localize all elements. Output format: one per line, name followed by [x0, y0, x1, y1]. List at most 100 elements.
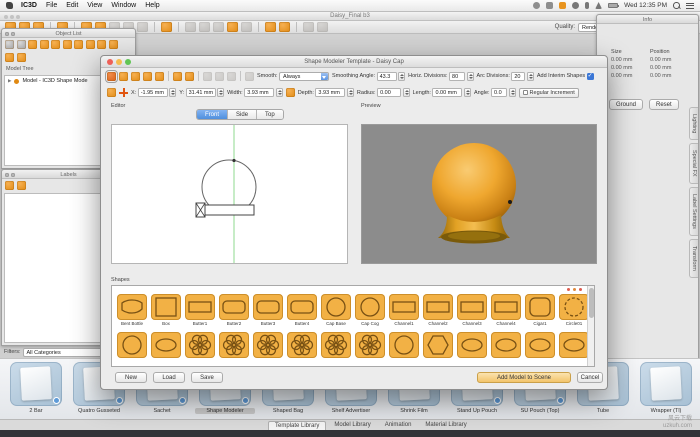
shape-tile-butter4[interactable]: Butter4 — [287, 294, 317, 326]
menu-window[interactable]: Window — [111, 2, 136, 9]
menu-ic3d[interactable]: IC3D — [21, 2, 37, 9]
profile-editor-canvas[interactable] — [111, 124, 348, 264]
ground-button[interactable]: Ground — [609, 99, 643, 110]
menu-help[interactable]: Help — [145, 2, 159, 9]
menu-edit[interactable]: Edit — [66, 2, 78, 9]
smooth-dropdown[interactable]: Always — [279, 72, 329, 81]
view-tab-front[interactable]: Front — [197, 110, 228, 119]
curve-chart-icon[interactable] — [155, 72, 164, 81]
field-input-x[interactable]: -1.95 mm — [138, 88, 168, 97]
shape-tile[interactable] — [287, 332, 317, 358]
light-icon[interactable] — [74, 40, 83, 49]
wifi-icon[interactable] — [595, 2, 602, 9]
field-input-arc-divisions[interactable]: 20 — [511, 72, 525, 81]
label-add-icon[interactable] — [5, 181, 14, 190]
status-grid-icon[interactable] — [546, 2, 553, 9]
shape-tile[interactable] — [321, 332, 351, 358]
align-icon[interactable] — [213, 22, 224, 32]
folder-open-icon[interactable] — [17, 53, 26, 62]
side-tab-label-settings[interactable]: Label Settings — [689, 187, 698, 236]
shape-tile[interactable] — [423, 332, 453, 358]
field-input-y[interactable]: 31.41 mm — [186, 88, 216, 97]
shape-tile[interactable] — [389, 332, 419, 358]
cube-icon[interactable] — [28, 40, 37, 49]
status-app-icon[interactable] — [533, 2, 540, 9]
shape-tile-butter3[interactable]: Butter3 — [253, 294, 283, 326]
shape-tile[interactable] — [117, 332, 147, 358]
scale-icon[interactable] — [137, 22, 148, 32]
add-cube-icon[interactable] — [265, 22, 276, 32]
shape-tile[interactable] — [559, 332, 589, 358]
field-input-smoothing-angle[interactable]: 43.3 — [377, 72, 397, 81]
flip-icon[interactable] — [199, 22, 210, 32]
shape-tile-channel2[interactable]: Channel2 — [423, 294, 453, 326]
info-panel-titlebar[interactable]: Info — [597, 15, 698, 24]
load-button[interactable]: Load — [153, 372, 185, 383]
lock-icon[interactable] — [109, 40, 118, 49]
regular-increment-checkbox[interactable] — [523, 90, 528, 95]
shape-tile-channel3[interactable]: Channel3 — [457, 294, 487, 326]
arc-icon[interactable] — [215, 72, 224, 81]
stepper[interactable] — [169, 88, 176, 97]
stepper[interactable] — [509, 88, 516, 97]
field-input-length[interactable]: 0.00 mm — [432, 88, 462, 97]
cube-icon[interactable] — [279, 22, 290, 32]
notification-center-icon[interactable] — [686, 3, 694, 9]
point-icon[interactable] — [143, 72, 152, 81]
add-point-icon[interactable] — [119, 88, 128, 97]
shape-tile-circle01[interactable]: Circle01 — [559, 294, 589, 326]
add-model-to-scene-button[interactable]: Add Model to Scene — [477, 372, 571, 383]
folder-icon[interactable] — [5, 53, 14, 62]
field-input-radius[interactable]: 0.00 — [377, 88, 401, 97]
zoom-plus-icon[interactable] — [131, 72, 140, 81]
shape-layers-icon[interactable] — [107, 88, 116, 97]
cancel-button[interactable]: Cancel — [577, 372, 603, 383]
snap-icon[interactable] — [245, 72, 254, 81]
tab-model-library[interactable]: Model Library — [328, 421, 376, 430]
bluetooth-icon[interactable] — [585, 2, 589, 9]
shape-tile-channel1[interactable]: Channel1 — [389, 294, 419, 326]
shape-tile-butter1[interactable]: Butter1 — [185, 294, 215, 326]
fill-square-icon[interactable] — [173, 72, 182, 81]
field-input-horiz-divisions[interactable]: 80 — [449, 72, 465, 81]
template-item-wrapper-tl[interactable]: Wrapper (Tl) — [636, 362, 696, 414]
stepper[interactable] — [464, 88, 471, 97]
menu-view[interactable]: View — [87, 2, 102, 9]
shape-tile[interactable] — [185, 332, 215, 358]
view-tab-side[interactable]: Side — [228, 110, 257, 119]
dialog-titlebar[interactable]: Shape Modeler Template - Daisy Cap — [101, 56, 607, 68]
status-orange-app-icon[interactable] — [559, 2, 566, 9]
tab-material-library[interactable]: Material Library — [419, 421, 472, 430]
disclosure-triangle-icon[interactable]: ▶ — [8, 78, 11, 84]
stepper[interactable] — [403, 88, 410, 97]
cylinder-icon[interactable] — [63, 40, 72, 49]
shape-tile-bent-bottle[interactable]: Bent Bottle — [117, 294, 147, 326]
new-button[interactable]: New — [115, 372, 147, 383]
shape-tile-cap-cog[interactable]: Cap Cog — [355, 294, 385, 326]
field-input-width[interactable]: 3.93 mm — [244, 88, 274, 97]
stepper[interactable] — [347, 88, 354, 97]
measure-icon[interactable] — [161, 22, 172, 32]
main-window-titlebar[interactable]: Daisy_Final b3 — [0, 12, 700, 21]
shape-tile[interactable] — [151, 332, 181, 358]
view-tab-top[interactable]: Top — [257, 110, 283, 119]
stepper[interactable] — [276, 88, 283, 97]
pan-icon[interactable] — [241, 22, 252, 32]
save-button[interactable]: Save — [191, 372, 223, 383]
shapes-scrollbar[interactable] — [587, 286, 594, 366]
select-icon[interactable] — [107, 72, 116, 81]
shape-tile[interactable] — [525, 332, 555, 358]
redo-icon[interactable] — [317, 22, 328, 32]
stepper[interactable] — [467, 72, 474, 81]
spotlight-search-icon[interactable] — [673, 2, 680, 9]
stepper[interactable] — [398, 72, 405, 81]
cone-icon[interactable] — [40, 40, 49, 49]
mirror-icon[interactable] — [185, 22, 196, 32]
template-item-2-bar[interactable]: 2 Bar — [6, 362, 66, 414]
undo-icon[interactable] — [303, 22, 314, 32]
apple-menu-icon[interactable] — [6, 2, 13, 9]
shape-tile[interactable] — [491, 332, 521, 358]
tab-animation[interactable]: Animation — [379, 421, 418, 430]
eraser-icon[interactable] — [185, 72, 194, 81]
regular-increment-button[interactable]: Regular Increment — [519, 88, 579, 98]
